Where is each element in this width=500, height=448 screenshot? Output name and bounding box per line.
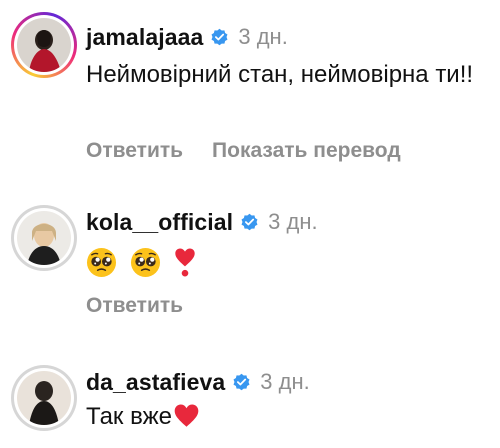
comment-timestamp: 3 дн.	[268, 209, 318, 234]
avatar-ring[interactable]	[11, 205, 77, 271]
red-heart-emoji-icon	[174, 404, 199, 427]
see-translation-button[interactable]: Показать перевод	[212, 139, 401, 163]
username[interactable]: jamalajaaa	[86, 24, 203, 51]
username[interactable]: da_astafieva	[86, 369, 225, 396]
avatar-frame	[14, 208, 74, 268]
avatar[interactable]	[17, 211, 71, 265]
avatar[interactable]	[17, 18, 71, 72]
comment-actions: Ответить	[86, 294, 183, 318]
comment-emoji-text	[86, 245, 491, 279]
comment-header: kola__official 3 дн.	[86, 208, 318, 236]
comment-text: Так вже	[86, 403, 172, 430]
comment-header: jamalajaaa 3 дн.	[86, 23, 288, 51]
heart-exclamation-emoji-icon	[175, 248, 196, 277]
avatar-story-ring[interactable]	[11, 12, 77, 78]
verified-badge-icon	[233, 373, 250, 390]
reply-button[interactable]: Ответить	[86, 139, 183, 163]
avatar-frame	[14, 368, 74, 428]
verified-badge-icon	[211, 28, 228, 45]
verified-badge-icon	[241, 213, 258, 230]
comment-text-line: Так вже	[86, 400, 491, 433]
reply-button[interactable]: Ответить	[86, 294, 183, 318]
comment-timestamp: 3 дн.	[260, 369, 310, 394]
comment-timestamp: 3 дн.	[238, 24, 288, 49]
pleading-face-emoji-icon	[86, 248, 117, 278]
comment-header: da_astafieva 3 дн.	[86, 368, 310, 396]
avatar-frame	[14, 15, 74, 75]
comment-text: Неймовірний стан, неймовірна ти!!	[86, 61, 474, 88]
avatar-ring[interactable]	[11, 365, 77, 431]
username[interactable]: kola__official	[86, 209, 233, 236]
comment-actions: Ответить Показать перевод	[86, 139, 401, 163]
avatar[interactable]	[17, 371, 71, 425]
pleading-face-emoji-icon	[130, 248, 160, 278]
